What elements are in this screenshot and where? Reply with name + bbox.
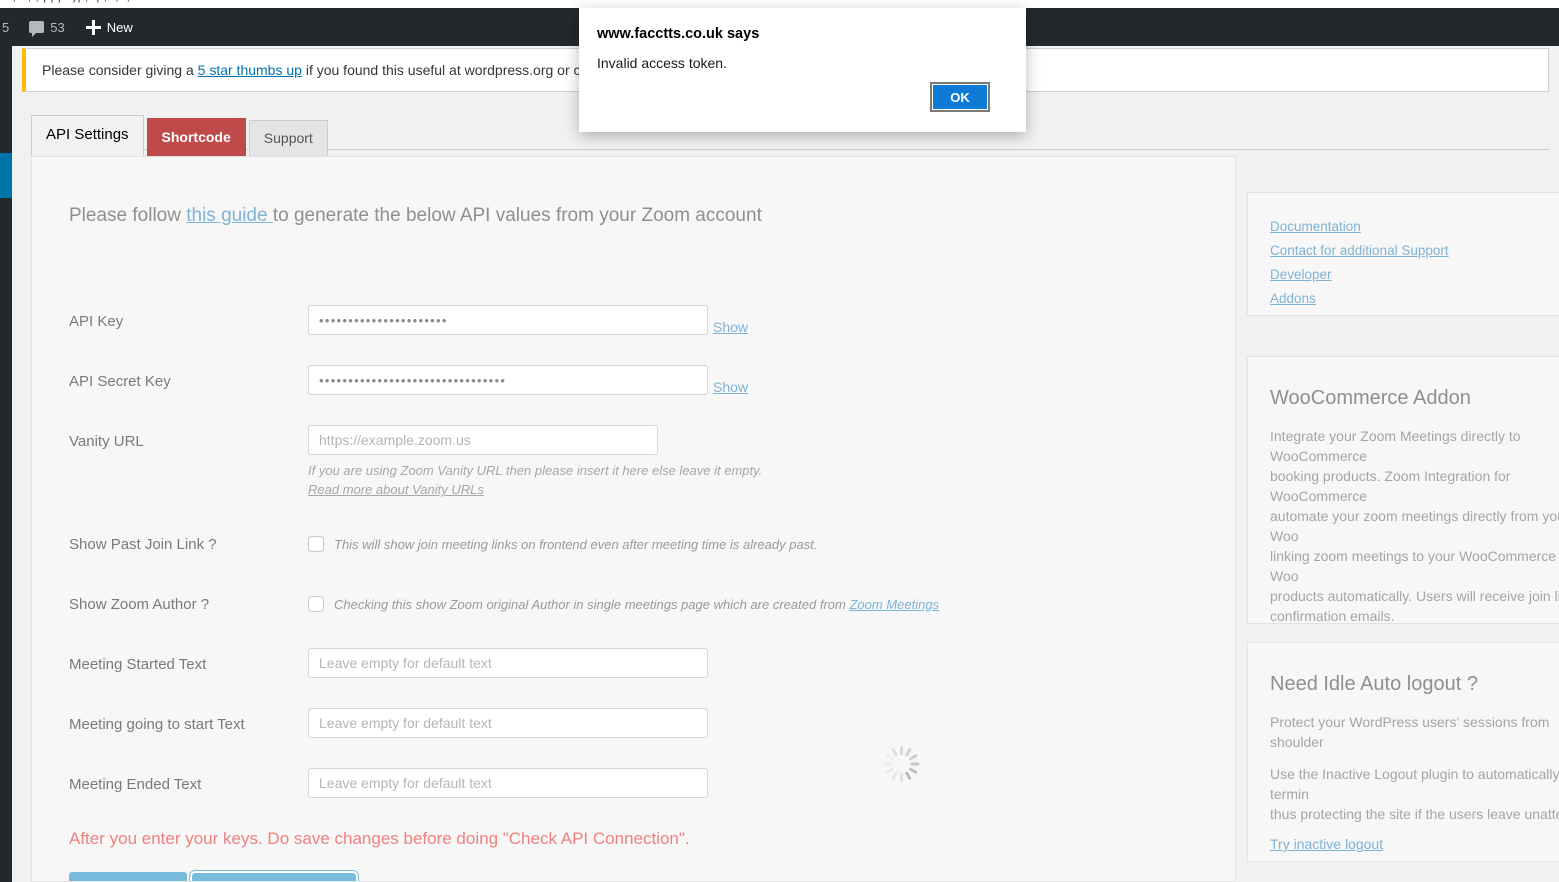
dialog-message: Invalid access token. (597, 55, 727, 71)
wp-admin-sidebar-rail[interactable] (0, 8, 13, 882)
show-zoom-author-desc-before: Checking this show Zoom original Author … (334, 597, 850, 612)
intro-before: Please follow (69, 205, 187, 226)
js-alert-dialog: www.facctts.co.uk says Invalid access to… (579, 8, 1026, 132)
notice-text-after: if you found this useful at wordpress.or… (301, 62, 614, 78)
spinner-blade (904, 771, 912, 781)
api-settings-panel: Please follow this guide to generate the… (31, 156, 1236, 882)
notice-text-before: Please consider giving a (42, 62, 198, 78)
show-past-join-label: Show Past Join Link ? (69, 536, 217, 553)
admin-bar-comments[interactable]: 53 (19, 8, 74, 46)
dialog-ok-button[interactable]: OK (933, 85, 987, 109)
tab-shortcode[interactable]: Shortcode (146, 118, 246, 156)
link-documentation[interactable]: Documentation (1270, 215, 1559, 239)
show-zoom-author-desc: Checking this show Zoom original Author … (334, 597, 939, 612)
vanity-url-readmore-link[interactable]: Read more about Vanity URLs (308, 482, 484, 497)
dialog-ok-focus-ring: OK (930, 82, 990, 112)
idle-logout-body-2: Use the Inactive Logout plugin to automa… (1270, 766, 1559, 822)
api-key-input[interactable] (308, 305, 708, 335)
sidebar-column: Documentation Contact for additional Sup… (1237, 156, 1559, 882)
meeting-going-to-start-input[interactable] (308, 708, 708, 738)
api-secret-show-link[interactable]: Show (713, 379, 748, 395)
woocommerce-addon-box: WooCommerce Addon Integrate your Zoom Me… (1247, 356, 1559, 624)
browser-content-sliver: · , . , , | | | =)| ,/ | ,/ ,/ ,/ (0, 0, 1559, 8)
meeting-ended-label: Meeting Ended Text (69, 776, 202, 793)
show-zoom-author-checkbox[interactable] (308, 596, 324, 612)
tab-support[interactable]: Support (248, 120, 328, 156)
save-warning-text: After you enter your keys. Do save chang… (69, 829, 690, 848)
spinner-blade (904, 747, 912, 757)
spinner-blade (899, 773, 903, 782)
comment-bubble-icon (29, 21, 45, 37)
form-intro: Please follow this guide to generate the… (69, 205, 762, 227)
show-past-join-desc: This will show join meeting links on fro… (334, 537, 818, 552)
meeting-ended-input[interactable] (308, 768, 708, 798)
screen: · , . , , | | | =)| ,/ | ,/ ,/ ,/ 5 53 N… (0, 0, 1559, 882)
admin-bar-updates[interactable]: 5 (0, 8, 19, 46)
updates-count: 5 (2, 19, 10, 35)
spinner-blade (890, 771, 898, 781)
dialog-origin-title: www.facctts.co.uk says (597, 26, 760, 42)
spinner-blade (910, 762, 919, 766)
show-zoom-author-label: Show Zoom Author ? (69, 596, 210, 613)
new-label: New (106, 19, 133, 35)
spinner-blade (899, 746, 903, 755)
five-star-link[interactable]: 5 star thumbs up (198, 62, 302, 78)
wp-content-area: Please consider giving a 5 star thumbs u… (12, 46, 1559, 882)
api-secret-input[interactable] (308, 365, 708, 395)
idle-logout-body-1: Protect your WordPress users' sessions f… (1270, 714, 1554, 750)
woo-addon-body: Integrate your Zoom Meetings directly to… (1270, 428, 1559, 624)
idle-logout-title: Need Idle Auto logout ? (1270, 673, 1478, 695)
vanity-url-label: Vanity URL (69, 433, 144, 450)
admin-bar-new[interactable]: New (75, 8, 143, 46)
api-secret-label: API Secret Key (69, 373, 171, 390)
link-contact-support[interactable]: Contact for additional Support (1270, 239, 1559, 263)
spinner-blade (908, 753, 918, 761)
help-links-box: Documentation Contact for additional Sup… (1247, 192, 1559, 316)
spinner-blade (883, 762, 892, 766)
form-button-row: Save ChangesCheck API Connection (69, 871, 358, 881)
show-past-join-checkbox[interactable] (308, 536, 324, 552)
link-developer[interactable]: Developer (1270, 263, 1559, 287)
zoom-meetings-link[interactable]: Zoom Meetings (849, 597, 939, 612)
this-guide-link[interactable]: this guide (186, 205, 273, 226)
plus-icon (85, 19, 101, 35)
vanity-url-hint: If you are using Zoom Vanity URL then pl… (308, 463, 763, 478)
comments-count: 53 (50, 19, 65, 35)
spinner-blade (890, 747, 898, 757)
tab-api-settings[interactable]: API Settings (31, 115, 144, 156)
intro-after: to generate the below API values from yo… (272, 205, 762, 226)
link-addons[interactable]: Addons (1270, 287, 1559, 311)
meeting-started-label: Meeting Started Text (69, 656, 207, 673)
woo-addon-title: WooCommerce Addon (1270, 387, 1471, 409)
api-key-label: API Key (69, 313, 124, 330)
idle-logout-box: Need Idle Auto logout ? Protect your Wor… (1247, 642, 1559, 862)
save-changes-button[interactable]: Save Changes (69, 872, 187, 881)
api-key-show-link[interactable]: Show (713, 319, 748, 335)
cut-off-text: · , . , , | | | =)| ,/ | ,/ ,/ ,/ (4, 0, 134, 3)
loading-spinner (882, 745, 920, 783)
vanity-url-input[interactable] (308, 425, 658, 455)
spinner-blade (908, 767, 918, 775)
try-inactive-logout-link[interactable]: Try inactive logout (1270, 836, 1383, 852)
spinner-blade (884, 753, 894, 761)
spinner-blade (884, 767, 894, 775)
check-api-connection-button[interactable]: Check API Connection (189, 871, 358, 881)
meeting-going-to-start-label: Meeting going to start Text (69, 716, 245, 733)
meeting-started-input[interactable] (308, 648, 708, 678)
